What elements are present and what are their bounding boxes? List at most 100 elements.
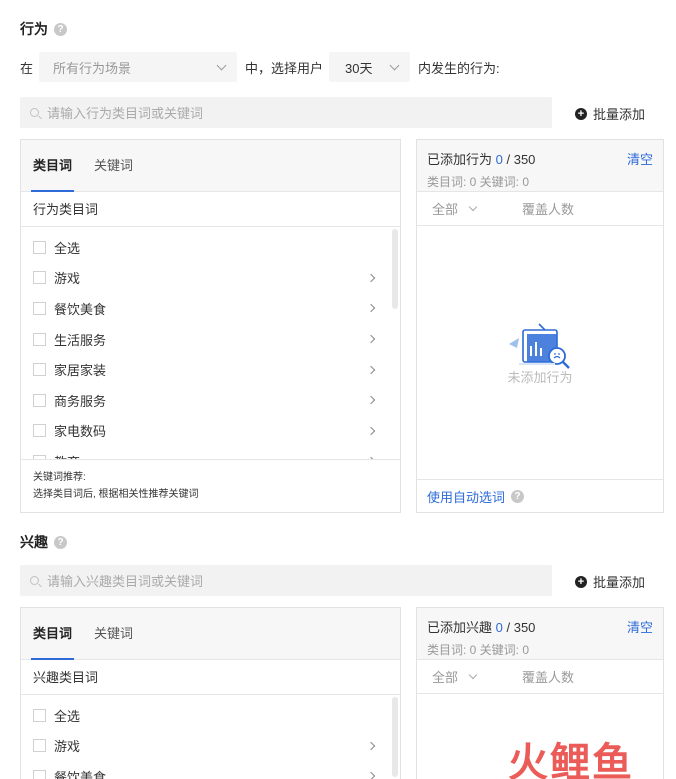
search-icon [30,576,39,585]
selected-total: / 350 [506,152,536,167]
checkbox[interactable] [33,393,46,407]
checkbox[interactable] [33,271,46,285]
interest-title-text: 兴趣 [20,534,48,550]
checkbox[interactable] [33,739,46,753]
coverage-column: 覆盖人数 [522,202,575,217]
filter-all[interactable]: 全部 [432,199,458,218]
breadcrumb: 兴趣类目词 [21,660,400,695]
clear-button[interactable]: 清空 [627,149,653,168]
chevron-right-icon[interactable] [366,457,376,459]
selected-subcounts: 类目词: 0 关键词: 0 [427,175,530,189]
help-icon[interactable]: ? [511,489,525,503]
item-label: 全选 [54,708,81,724]
tab-keyword[interactable]: 关键词 [94,140,133,192]
item-label: 餐饮美食 [54,301,107,317]
days-select[interactable]: 30天 [329,52,411,82]
recommendation-text: 选择类目词后, 根据相关性推荐关键词 [33,489,199,500]
selected-count: 0 [495,620,503,635]
search-placeholder: 请输入兴趣类目词或关键词 [47,574,204,589]
help-icon[interactable]: ? [54,22,67,36]
chevron-right-icon[interactable] [366,273,376,283]
tab-category[interactable]: 类目词 [30,140,75,192]
item-label: 游戏 [54,739,81,755]
interest-tabs: 类目词 关键词 [21,608,400,660]
selected-subcounts: 类目词: 0 关键词: 0 [427,643,530,657]
selected-title: 已添加行为 0 / 350 [427,149,653,168]
selected-title-text: 已添加行为 [427,152,493,167]
chevron-down-icon [216,60,227,70]
chevron-right-icon[interactable] [366,334,376,344]
list-item[interactable]: 游戏 [21,731,400,762]
auto-select-link[interactable]: 使用自动选词 [427,487,505,506]
days-select-value: 30天 [345,60,373,76]
list-item[interactable]: 生活服务 [21,324,400,355]
checkbox[interactable] [33,240,46,254]
behavior-search-input[interactable]: 请输入行为类目词或关键词 [20,97,552,128]
list-item[interactable]: 商务服务 [21,385,400,416]
plus-circle-icon: + [575,107,587,120]
list-item[interactable]: 全选 [21,232,400,263]
list-item[interactable]: 餐饮美食 [21,293,400,324]
checkbox[interactable] [33,363,46,377]
help-icon[interactable]: ? [54,535,67,549]
chevron-right-icon[interactable] [366,304,376,313]
item-label: 家居家装 [54,363,107,379]
chevron-down-icon[interactable] [468,670,478,679]
chevron-right-icon[interactable] [366,741,376,751]
selected-header: 已添加行为 0 / 350 类目词: 0 关键词: 0 清空 [417,140,663,192]
checkbox[interactable] [33,454,46,459]
batch-add-label: 批量添加 [593,575,646,590]
condition-middle: 中，选择用户 [245,60,324,76]
selected-title: 已添加兴趣 0 / 350 [427,617,653,636]
keyword-recommendation: 关键词推荐: 选择类目词后, 根据相关性推荐关键词 [21,459,400,511]
search-placeholder: 请输入行为类目词或关键词 [47,106,204,121]
interest-category-panel: 类目词 关键词 兴趣类目词 全选 游戏 餐饮美食 [20,607,401,779]
batch-add-label: 批量添加 [593,107,646,122]
checkbox[interactable] [33,301,46,315]
behavior-section-title: 行为 ? [20,19,67,39]
interest-category-list: 全选 游戏 餐饮美食 [21,695,400,779]
watermark-logo: 火鲤鱼 [508,740,634,779]
checkbox[interactable] [33,332,46,346]
checkbox[interactable] [33,708,46,722]
item-label: 全选 [54,240,81,256]
scrollbar[interactable] [392,697,398,777]
chevron-right-icon[interactable] [366,426,376,436]
list-item[interactable]: 餐饮美食 [21,761,400,779]
chevron-right-icon[interactable] [366,365,376,374]
chevron-down-icon[interactable] [468,202,478,211]
list-item[interactable]: 家电数码 [21,416,400,447]
search-icon [30,108,39,117]
checkbox[interactable] [33,424,46,438]
selected-header: 已添加兴趣 0 / 350 类目词: 0 关键词: 0 清空 [417,608,663,660]
filter-all[interactable]: 全部 [432,667,458,686]
interest-search-input[interactable]: 请输入兴趣类目词或关键词 [20,565,552,596]
tab-category[interactable]: 类目词 [30,608,75,660]
list-item[interactable]: 教育 [21,446,400,459]
chevron-right-icon[interactable] [366,772,376,779]
item-label: 游戏 [54,271,81,287]
chevron-down-icon [389,60,400,70]
checkbox[interactable] [33,769,46,779]
list-item[interactable]: 家居家装 [21,354,400,385]
empty-text: 未添加行为 [507,370,573,385]
breadcrumb: 行为类目词 [21,192,400,227]
chevron-right-icon[interactable] [366,396,376,405]
auto-select-row: 使用自动选词 ? [417,479,663,512]
clear-button[interactable]: 清空 [627,617,653,636]
list-item[interactable]: 全选 [21,700,400,731]
list-item[interactable]: 游戏 [21,263,400,294]
tab-keyword[interactable]: 关键词 [94,608,133,660]
interest-batch-add-button[interactable]: + 批量添加 [575,572,645,591]
selected-title-text: 已添加兴趣 [427,620,493,635]
item-label: 商务服务 [54,393,107,409]
selected-count: 0 [495,152,503,167]
selected-total: / 350 [506,620,536,635]
behavior-batch-add-button[interactable]: + 批量添加 [575,104,645,123]
item-label: 餐饮美食 [54,769,107,779]
behavior-category-panel: 类目词 关键词 行为类目词 全选 游戏 餐饮美食 生活服务 家居家装 商务服务 … [20,139,401,513]
behavior-title-text: 行为 [20,21,48,37]
scene-select[interactable]: 所有行为场景 [39,52,238,82]
behavior-category-list: 全选 游戏 餐饮美食 生活服务 家居家装 商务服务 家电数码 教育 [21,227,400,459]
scrollbar[interactable] [392,229,398,309]
